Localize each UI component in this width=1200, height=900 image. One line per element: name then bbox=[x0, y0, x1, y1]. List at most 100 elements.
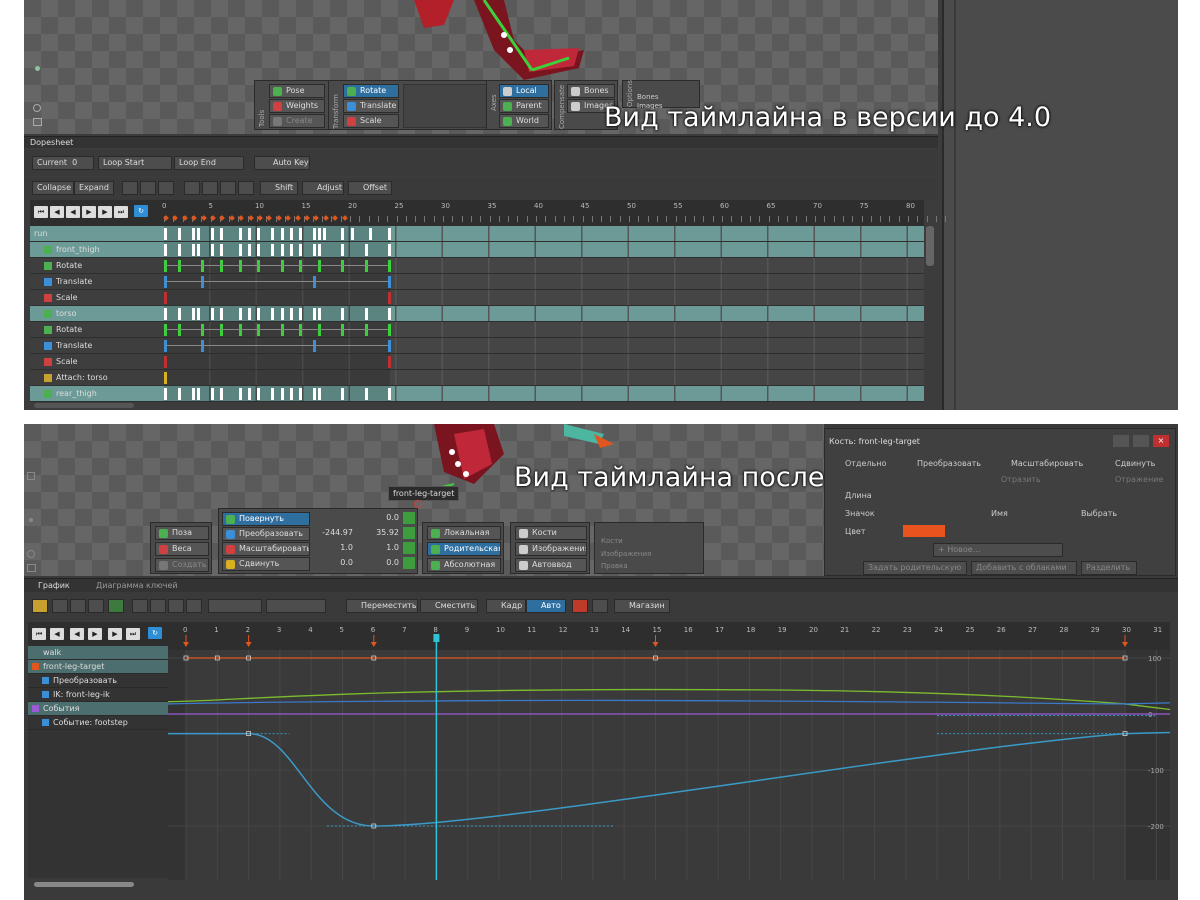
keyframe[interactable] bbox=[271, 308, 275, 320]
tab-dopesheet[interactable]: Диаграмма ключей bbox=[96, 581, 178, 590]
track-row[interactable]: rear_thigh bbox=[30, 386, 924, 402]
keyframe[interactable] bbox=[257, 260, 261, 272]
props-set-parent-button[interactable]: Задать родительскую bbox=[863, 561, 967, 575]
keyframe[interactable] bbox=[299, 324, 303, 336]
keyframe[interactable] bbox=[196, 228, 200, 240]
keyframe[interactable] bbox=[238, 228, 242, 240]
track-row[interactable]: Scale bbox=[30, 354, 924, 370]
keyframe[interactable] bbox=[210, 228, 214, 240]
move-button[interactable]: Переместить bbox=[346, 599, 418, 613]
keyframe[interactable] bbox=[196, 308, 200, 320]
tree-item[interactable]: Событие: footstep bbox=[28, 716, 168, 730]
keyframe[interactable] bbox=[248, 388, 252, 400]
rotate-value[interactable]: 0.0 bbox=[359, 513, 399, 522]
keyframe[interactable] bbox=[388, 340, 392, 352]
world-axis-button[interactable]: Абсолютная bbox=[427, 558, 501, 572]
keyframe[interactable] bbox=[238, 308, 242, 320]
search-icon[interactable] bbox=[33, 104, 41, 112]
keyframe[interactable] bbox=[341, 388, 345, 400]
tree-item[interactable]: walk bbox=[28, 646, 168, 660]
keyframe[interactable] bbox=[201, 260, 205, 272]
keyframe[interactable] bbox=[271, 388, 275, 400]
keyframe[interactable] bbox=[318, 244, 322, 256]
keyframe[interactable] bbox=[196, 388, 200, 400]
keyframe[interactable] bbox=[388, 228, 392, 240]
auto-button[interactable]: Авто bbox=[526, 599, 566, 613]
tree-item[interactable]: Преобразовать bbox=[28, 674, 168, 688]
tree-item[interactable]: События bbox=[28, 702, 168, 716]
auto-key-button[interactable]: Auto Key bbox=[254, 156, 310, 170]
keyframe[interactable] bbox=[196, 244, 200, 256]
keyframe[interactable] bbox=[201, 340, 205, 352]
local-axis-button[interactable]: Локальная bbox=[427, 526, 501, 540]
keyframe[interactable] bbox=[192, 244, 196, 256]
keyframe[interactable] bbox=[164, 276, 167, 288]
keyframe[interactable] bbox=[313, 244, 317, 256]
compensate-bones-button[interactable]: Кости bbox=[515, 526, 587, 540]
keyframe[interactable] bbox=[299, 228, 303, 240]
track-row[interactable]: Rotate bbox=[30, 322, 924, 338]
translate-x-value[interactable]: -244.97 bbox=[313, 528, 353, 537]
scale-button[interactable]: Масштабировать bbox=[222, 542, 310, 556]
track-row[interactable]: Rotate bbox=[30, 258, 924, 274]
props-name-check[interactable]: Имя bbox=[991, 509, 1008, 518]
play-reverse-icon[interactable]: ◀ bbox=[66, 206, 80, 218]
keyframe[interactable] bbox=[388, 260, 392, 272]
shift-button[interactable]: Shift bbox=[260, 181, 298, 195]
props-new-button[interactable]: + Новое... bbox=[933, 543, 1063, 557]
translate-button[interactable]: Преобразовать bbox=[222, 527, 310, 541]
transform-value-fields[interactable] bbox=[403, 84, 493, 128]
keyframe[interactable] bbox=[210, 388, 214, 400]
keyframe[interactable] bbox=[341, 308, 345, 320]
link-icon[interactable] bbox=[70, 599, 86, 613]
shear-key-icon[interactable] bbox=[403, 557, 415, 569]
keyframe[interactable] bbox=[313, 388, 317, 400]
pose-button[interactable]: Поза bbox=[155, 526, 209, 540]
keyframe[interactable] bbox=[313, 228, 317, 240]
parent-axis-button[interactable]: Parent bbox=[499, 99, 549, 113]
keyframe[interactable] bbox=[341, 244, 345, 256]
graph-canvas[interactable]: 0 1 2 3 4 5 6 7 8 9 10 11 12 13 14 15 16 17 18 19 20 21 22 23 24… bbox=[168, 622, 1170, 880]
keyframe[interactable] bbox=[388, 324, 392, 336]
step-forward-icon[interactable]: ▶ bbox=[108, 628, 122, 640]
compensate-images-button[interactable]: Изображения bbox=[515, 542, 587, 556]
rotate-button[interactable]: Rotate bbox=[343, 84, 399, 98]
keyframe[interactable] bbox=[220, 388, 224, 400]
track-row[interactable]: run bbox=[30, 226, 924, 242]
props-add-clouds-button[interactable]: Добавить с облаками bbox=[971, 561, 1077, 575]
old-ruler[interactable]: 0 5 10 15 20 25 30 35 40 45 50 55 60 65 70 75 80 bbox=[162, 200, 947, 226]
expand-button[interactable]: Expand bbox=[74, 181, 114, 195]
keyframe[interactable] bbox=[164, 260, 167, 272]
weights-button[interactable]: Weights bbox=[269, 99, 325, 113]
keyframe[interactable] bbox=[164, 244, 167, 256]
keyframe[interactable] bbox=[192, 388, 196, 400]
keyframe[interactable] bbox=[192, 228, 196, 240]
frame-icon[interactable] bbox=[33, 118, 42, 126]
ghost-icon[interactable] bbox=[592, 599, 608, 613]
keyframe[interactable] bbox=[178, 324, 181, 336]
track-row[interactable]: Scale bbox=[30, 290, 924, 306]
keyframe[interactable] bbox=[178, 308, 181, 320]
zoom-dot-icon[interactable] bbox=[29, 518, 33, 522]
keyframe[interactable] bbox=[299, 388, 303, 400]
shear-button[interactable]: Сдвинуть bbox=[222, 557, 310, 571]
copy-icon[interactable] bbox=[122, 181, 138, 195]
settings-icon[interactable] bbox=[168, 599, 184, 613]
keyframe[interactable] bbox=[341, 260, 345, 272]
keyframe[interactable] bbox=[238, 324, 242, 336]
keyframe[interactable] bbox=[364, 244, 368, 256]
old-vertical-scrollbar[interactable] bbox=[926, 226, 934, 266]
keyframe[interactable] bbox=[220, 228, 224, 240]
scale-y-value[interactable]: 1.0 bbox=[359, 543, 399, 552]
keyframe[interactable] bbox=[164, 324, 167, 336]
go-start-icon[interactable]: ⏮ bbox=[32, 628, 46, 640]
keyframe[interactable] bbox=[290, 308, 294, 320]
step-forward-icon[interactable]: ▶ bbox=[98, 206, 112, 218]
paste-icon[interactable] bbox=[150, 599, 166, 613]
auto-input-button[interactable]: Автоввод bbox=[515, 558, 587, 572]
keyframe[interactable] bbox=[220, 244, 224, 256]
track-row[interactable]: Attach: torso bbox=[30, 370, 924, 386]
keyframe[interactable] bbox=[178, 260, 181, 272]
play-icon[interactable]: ▶ bbox=[82, 206, 96, 218]
keyframe[interactable] bbox=[271, 228, 275, 240]
